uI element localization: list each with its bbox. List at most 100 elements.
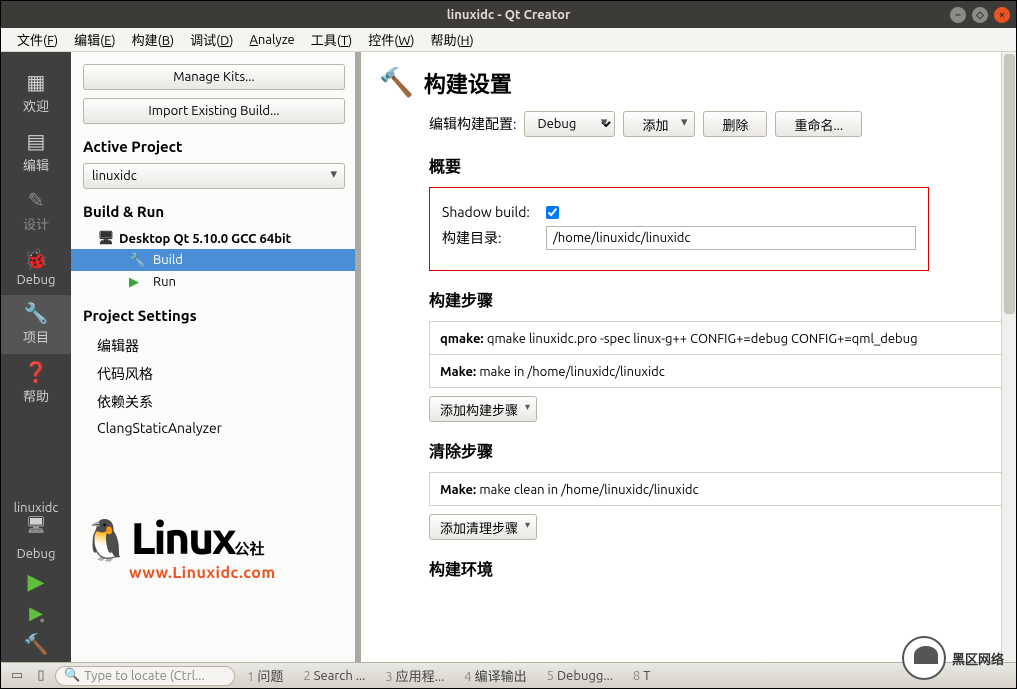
toggle-output-icon[interactable]: ▯ <box>31 668 51 683</box>
target-label: linuxidc <box>14 501 59 515</box>
make-clean-label: Make: <box>440 483 476 497</box>
menu-widgets[interactable]: 控件(W) <box>360 28 422 51</box>
output-search[interactable]: 2Search ... <box>295 669 373 683</box>
menu-file[interactable]: 文件(F) <box>9 28 66 51</box>
content-area: 🔨 构建设置 编辑构建配置: Debug 添加 删除 重命名... 概要 Sha… <box>361 52 1016 662</box>
menu-analyze[interactable]: Analyze <box>241 31 302 49</box>
mode-project[interactable]: 🔧项目 <box>1 295 71 354</box>
title-bar: linuxidc - Qt Creator – ◇ × <box>1 1 1016 28</box>
kit-item[interactable]: 🖥Desktop Qt 5.10.0 GCC 64bit <box>83 228 345 249</box>
search-icon: 🔍 <box>64 668 80 683</box>
build-steps-heading: 构建步骤 <box>429 287 1016 311</box>
mode-project-label: 项目 <box>23 331 49 345</box>
settings-codestyle[interactable]: 代码风格 <box>83 360 345 388</box>
toggle-sidebar-icon[interactable]: ▭ <box>7 668 27 683</box>
project-panel: Manage Kits... Import Existing Build... … <box>71 52 361 662</box>
add-clean-step-button[interactable]: 添加清理步骤 <box>429 514 537 540</box>
settings-editor[interactable]: 编辑器 <box>83 332 345 360</box>
mode-debug-label: Debug <box>17 273 56 287</box>
menu-edit[interactable]: 编辑(E) <box>66 28 124 51</box>
menu-help[interactable]: 帮助(H) <box>422 28 481 51</box>
clean-steps-heading: 清除步骤 <box>429 438 1016 462</box>
brand-text: 黑区网络 <box>952 649 1004 668</box>
builddir-label: 构建目录: <box>442 228 538 248</box>
status-bar: ▭ ▯ 🔍Type to locate (Ctrl... 1问题 2Search… <box>1 662 1016 688</box>
watermark-url: www.Linuxidc.com <box>129 564 276 582</box>
window-controls: – ◇ × <box>950 7 1010 23</box>
sb-label-4: 编译输出 <box>475 670 527 684</box>
vertical-scrollbar[interactable] <box>1001 52 1016 662</box>
debug-run-button[interactable]: ▶● <box>1 599 71 628</box>
qmake-step[interactable]: qmake: qmake linuxidc.pro -spec linux-g+… <box>429 321 1016 355</box>
document-icon: ▤ <box>1 129 71 153</box>
target-selector[interactable]: linuxidc🖥 Debug <box>1 497 71 565</box>
config-label: Debug <box>17 547 56 561</box>
page-title: 构建设置 <box>424 67 512 99</box>
mode-help[interactable]: ❓帮助 <box>1 354 71 413</box>
scrollbar-thumb[interactable] <box>1004 54 1015 314</box>
settings-clang[interactable]: ClangStaticAnalyzer <box>83 416 345 440</box>
maximize-button[interactable]: ◇ <box>972 7 988 23</box>
run-button[interactable]: ▶ <box>1 565 71 599</box>
add-config-button[interactable]: 添加 <box>623 111 695 137</box>
bug-icon: 🐞 <box>1 247 71 271</box>
delete-config-button[interactable]: 删除 <box>703 111 767 137</box>
qmake-label: qmake: <box>440 332 484 346</box>
sb-label-5: Debugg... <box>557 669 613 683</box>
menu-bar: 文件(F) 编辑(E) 构建(B) 调试(D) Analyze 工具(T) 控件… <box>1 28 1016 52</box>
output-app[interactable]: 3应用程... <box>377 666 452 685</box>
mode-welcome[interactable]: ▦ 欢迎 <box>1 64 71 123</box>
rename-config-button[interactable]: 重命名... <box>775 111 862 137</box>
config-label: 编辑构建配置: <box>429 114 516 134</box>
mode-design[interactable]: ✎ 设计 <box>1 182 71 241</box>
add-label: 添加 <box>642 119 668 133</box>
output-test[interactable]: 8T <box>625 669 659 683</box>
summary-heading: 概要 <box>429 153 1016 177</box>
config-select[interactable]: Debug <box>524 111 615 137</box>
make-step[interactable]: Make: make in /home/linuxidc/linuxidc <box>429 355 1016 388</box>
run-label: Run <box>153 275 176 289</box>
builddir-input[interactable] <box>546 226 916 250</box>
locator-input[interactable]: 🔍Type to locate (Ctrl... <box>55 666 235 686</box>
active-project-heading: Active Project <box>83 138 345 155</box>
shadow-build-checkbox[interactable] <box>546 206 559 219</box>
run-item[interactable]: ▶Run <box>83 271 345 293</box>
build-button[interactable]: 🔨 <box>1 628 71 662</box>
minimize-button[interactable]: – <box>950 7 966 23</box>
close-button[interactable]: × <box>994 7 1010 23</box>
build-run-heading: Build & Run <box>83 203 345 220</box>
mode-welcome-label: 欢迎 <box>23 100 49 114</box>
grid-icon: ▦ <box>1 70 71 94</box>
project-settings-list: 编辑器 代码风格 依赖关系 ClangStaticAnalyzer <box>83 332 345 440</box>
menu-tools[interactable]: 工具(T) <box>303 28 360 51</box>
settings-deps[interactable]: 依赖关系 <box>83 388 345 416</box>
mode-debug[interactable]: 🐞 Debug <box>1 241 71 295</box>
sb-label-1: 问题 <box>257 670 283 684</box>
qmake-cmd: qmake linuxidc.pro -spec linux-g++ CONFI… <box>487 332 918 346</box>
build-item[interactable]: 🔧Build <box>71 249 355 271</box>
play-bug-icon: ▶● <box>29 603 43 623</box>
build-label: Build <box>153 253 183 267</box>
menu-debug[interactable]: 调试(D) <box>182 28 241 51</box>
shadow-build-label: Shadow build: <box>442 204 538 220</box>
monitor-icon: 🖥 <box>1 515 71 534</box>
menu-build[interactable]: 构建(B) <box>124 28 182 51</box>
add-build-step-button[interactable]: 添加构建步骤 <box>429 396 537 422</box>
project-select[interactable]: linuxidc <box>83 163 345 189</box>
watermark-sub: 公社 <box>235 540 265 557</box>
help-icon: ❓ <box>1 360 71 384</box>
brand-watermark: 黑区网络 <box>902 636 1004 680</box>
mushroom-icon <box>902 636 946 680</box>
pencil-icon: ✎ <box>1 188 71 212</box>
sb-label-3: 应用程... <box>396 670 445 684</box>
window-title: linuxidc - Qt Creator <box>447 8 571 22</box>
mode-edit[interactable]: ▤编辑 <box>1 123 71 182</box>
manage-kits-button[interactable]: Manage Kits... <box>83 64 345 90</box>
mode-design-label: 设计 <box>23 218 49 232</box>
output-debugger[interactable]: 5Debugg... <box>539 669 621 683</box>
import-build-button[interactable]: Import Existing Build... <box>83 98 345 124</box>
output-compile[interactable]: 4编译输出 <box>456 666 534 685</box>
kit-tree: 🖥Desktop Qt 5.10.0 GCC 64bit 🔧Build ▶Run <box>83 228 345 293</box>
make-clean-step[interactable]: Make: make clean in /home/linuxidc/linux… <box>429 472 1016 506</box>
output-issues[interactable]: 1问题 <box>239 666 291 685</box>
